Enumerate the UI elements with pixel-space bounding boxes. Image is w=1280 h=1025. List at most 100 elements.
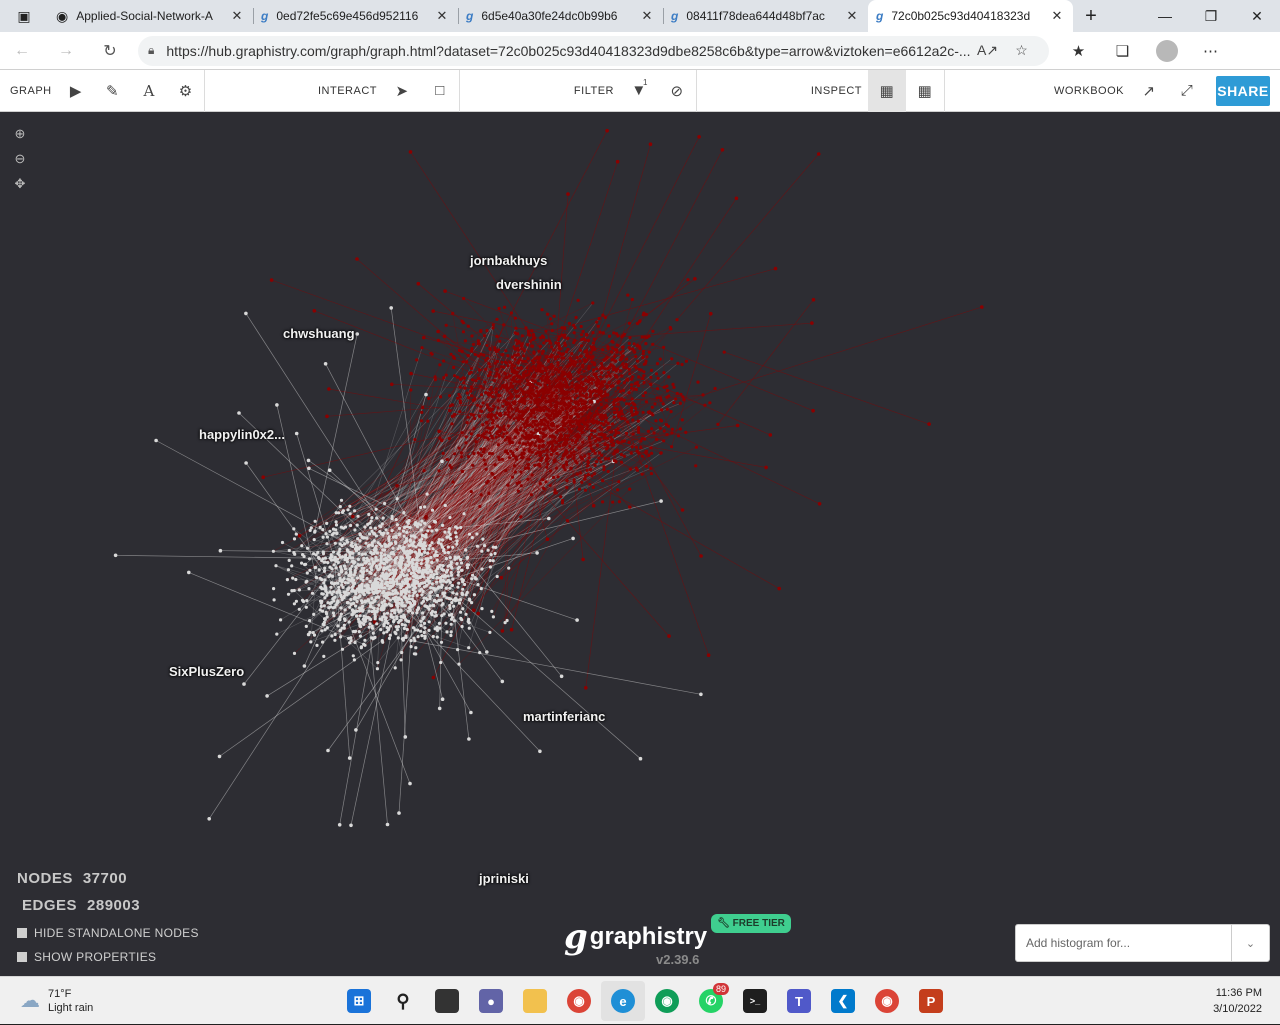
graph-node[interactable] xyxy=(617,441,620,444)
graph-node[interactable] xyxy=(506,354,509,357)
graph-node[interactable] xyxy=(526,408,529,411)
graph-node[interactable] xyxy=(272,550,275,553)
graph-node[interactable] xyxy=(581,558,585,562)
graph-node[interactable] xyxy=(303,563,306,566)
graph-node[interactable] xyxy=(406,601,409,604)
graph-node[interactable] xyxy=(561,398,564,401)
graph-node[interactable] xyxy=(645,465,648,468)
graph-node[interactable] xyxy=(623,417,626,420)
graph-node[interactable] xyxy=(505,361,508,364)
graph-node[interactable] xyxy=(509,416,512,419)
graph-node[interactable] xyxy=(396,582,399,585)
graph-node[interactable] xyxy=(619,413,622,416)
graph-node[interactable] xyxy=(497,443,500,446)
graph-node[interactable] xyxy=(384,621,387,624)
graph-node[interactable] xyxy=(567,391,570,394)
graph-node[interactable] xyxy=(380,552,383,555)
graph-node[interactable] xyxy=(114,554,118,558)
graph-node[interactable] xyxy=(492,404,495,407)
graph-node[interactable] xyxy=(449,556,452,559)
graph-node[interactable] xyxy=(577,299,580,302)
graph-node[interactable] xyxy=(529,401,532,404)
graph-node[interactable] xyxy=(409,150,413,154)
graph-node[interactable] xyxy=(329,574,332,577)
graph-node[interactable] xyxy=(300,562,303,565)
pointer-button[interactable]: ➤ xyxy=(383,70,421,112)
graph-node[interactable] xyxy=(468,621,471,624)
graph-node[interactable] xyxy=(417,635,420,638)
graph-node[interactable] xyxy=(455,535,458,538)
graph-node[interactable] xyxy=(509,395,512,398)
graph-node[interactable] xyxy=(459,526,462,529)
graph-node[interactable] xyxy=(410,639,413,642)
graph-node[interactable] xyxy=(563,424,566,427)
graph-node[interactable] xyxy=(642,411,645,414)
graph-node[interactable] xyxy=(483,544,486,547)
graph-node[interactable] xyxy=(642,370,645,373)
graph-node[interactable] xyxy=(817,152,821,156)
graph-node[interactable] xyxy=(370,572,373,575)
graph-node[interactable] xyxy=(467,618,470,621)
graph-node[interactable] xyxy=(585,333,588,336)
graph-node[interactable] xyxy=(324,586,327,589)
graph-node[interactable] xyxy=(308,557,311,560)
graph-node[interactable] xyxy=(436,576,439,579)
graph-node[interactable] xyxy=(450,566,453,569)
graph-node[interactable] xyxy=(580,412,583,415)
graph-node[interactable] xyxy=(564,443,567,446)
graph-node[interactable] xyxy=(558,335,561,338)
graph-node[interactable] xyxy=(641,473,644,476)
graph-node[interactable] xyxy=(295,600,298,603)
data-table-button[interactable]: ▦ xyxy=(906,70,944,112)
graph-node[interactable] xyxy=(351,586,354,589)
graph-node[interactable] xyxy=(402,511,405,514)
graph-node[interactable] xyxy=(382,624,385,627)
graph-node[interactable] xyxy=(513,464,516,467)
graph-node[interactable] xyxy=(432,635,435,638)
graph-node[interactable] xyxy=(401,637,404,640)
graph-node[interactable] xyxy=(558,345,561,348)
graph-node[interactable] xyxy=(468,627,471,630)
graph-node[interactable] xyxy=(333,582,336,585)
graph-node[interactable] xyxy=(563,336,566,339)
graph-node[interactable] xyxy=(358,595,361,598)
graph-node[interactable] xyxy=(449,537,452,540)
graph-node[interactable] xyxy=(396,497,399,500)
graph-node[interactable] xyxy=(462,376,465,379)
graph-node[interactable] xyxy=(275,403,279,407)
graph-node[interactable] xyxy=(649,142,653,146)
graph-node[interactable] xyxy=(423,522,426,525)
graph-node[interactable] xyxy=(533,420,536,423)
graph-node[interactable] xyxy=(457,582,460,585)
graph-node[interactable] xyxy=(346,601,349,604)
graph-node[interactable] xyxy=(551,399,554,402)
graph-node[interactable] xyxy=(466,392,469,395)
graph-node[interactable] xyxy=(552,348,555,351)
graph-node[interactable] xyxy=(328,530,331,533)
graph-node[interactable] xyxy=(622,349,625,352)
graph-node[interactable] xyxy=(351,565,354,568)
graph-node[interactable] xyxy=(385,528,388,531)
graph-node[interactable] xyxy=(593,361,596,364)
graph-node[interactable] xyxy=(539,482,542,485)
graph-node[interactable] xyxy=(335,566,338,569)
graph-node[interactable] xyxy=(507,567,510,570)
graph-node[interactable] xyxy=(349,524,352,527)
graph-node[interactable] xyxy=(637,375,640,378)
graph-node[interactable] xyxy=(592,486,595,489)
graph-node[interactable] xyxy=(287,593,290,596)
graph-node[interactable] xyxy=(388,555,391,558)
graph-node[interactable] xyxy=(386,622,389,625)
graph-node[interactable] xyxy=(619,358,622,361)
graph-node[interactable] xyxy=(364,552,367,555)
graph-node[interactable] xyxy=(570,385,573,388)
graph-node[interactable] xyxy=(528,334,531,337)
graph-node[interactable] xyxy=(659,358,662,361)
graph-node[interactable] xyxy=(420,411,423,414)
graph-node[interactable] xyxy=(524,326,527,329)
graph-node[interactable] xyxy=(265,694,269,698)
graph-node[interactable] xyxy=(545,454,548,457)
graph-node[interactable] xyxy=(527,417,530,420)
graph-node[interactable] xyxy=(423,597,426,600)
graph-node[interactable] xyxy=(539,453,542,456)
